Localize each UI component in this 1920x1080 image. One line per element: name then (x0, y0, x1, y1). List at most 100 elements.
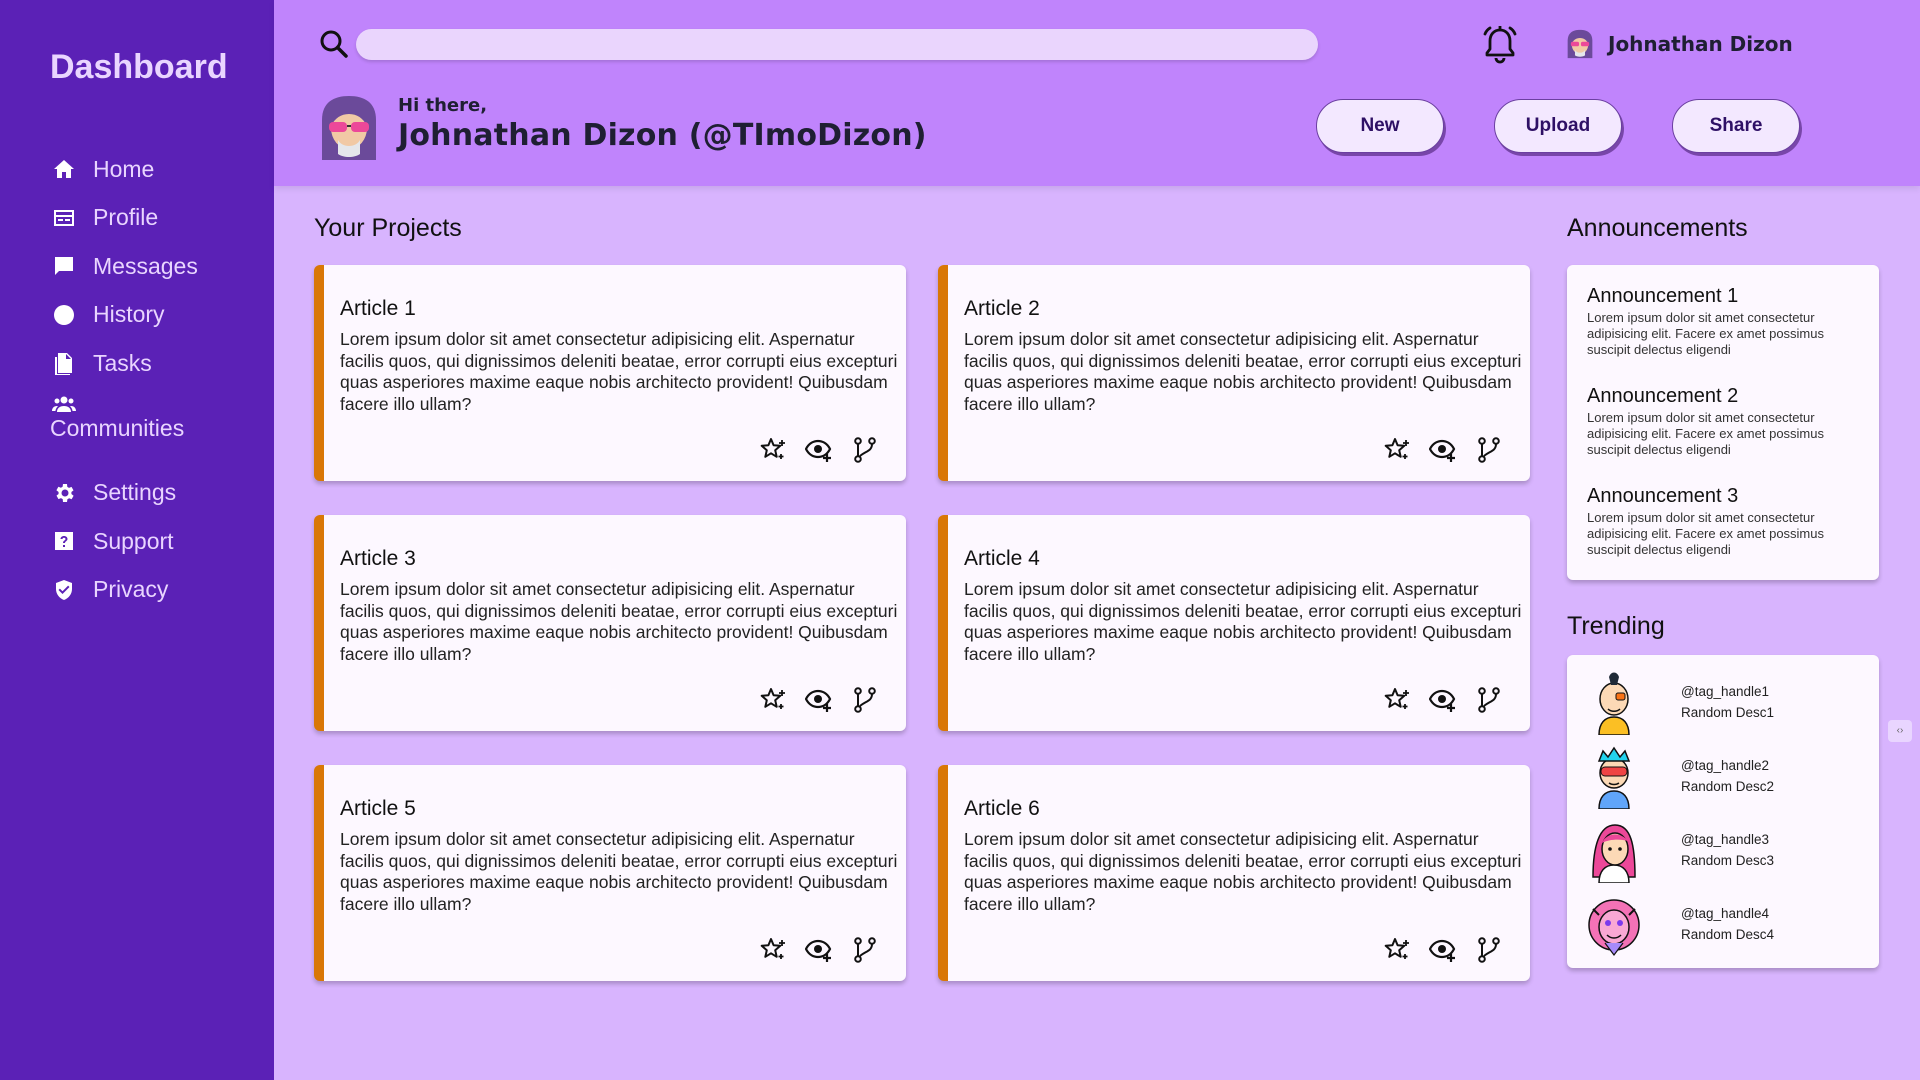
project-card[interactable]: Article 2 Lorem ipsum dolor sit amet cons… (938, 265, 1530, 481)
star-icon[interactable] (1382, 435, 1412, 465)
trending-item[interactable]: @tag_handle3 Random Desc3 (1585, 815, 1875, 885)
announcement-title: Announcement 1 (1587, 285, 1739, 307)
star-icon[interactable] (758, 435, 788, 465)
bell-icon[interactable] (1478, 24, 1522, 66)
sidebar-item-label: Home (93, 155, 155, 182)
watch-icon[interactable] (804, 935, 834, 965)
upload-button[interactable]: Upload (1494, 99, 1622, 153)
avatar (322, 96, 376, 160)
avatar (1597, 746, 1631, 809)
collapse-handle[interactable]: ‹› (1888, 720, 1912, 742)
announcement-body: Lorem ipsum dolor sit amet consectetur a… (1587, 310, 1824, 357)
project-card[interactable]: Article 5 Lorem ipsum dolor sit amet cons… (314, 765, 906, 981)
sidebar-item-messages[interactable]: Messages (50, 242, 260, 291)
watch-icon[interactable] (1428, 935, 1458, 965)
trending-info: @tag_handle4 Random Desc4 (1681, 903, 1774, 945)
help-icon (50, 527, 78, 555)
announcement-item[interactable]: Announcement 2 Lorem ipsum dolor sit ame… (1587, 385, 1857, 458)
trending-desc: Random Desc2 (1681, 779, 1775, 794)
star-icon[interactable] (758, 935, 788, 965)
sidebar-item-support[interactable]: Support (50, 517, 260, 566)
trending-desc: Random Desc3 (1681, 853, 1775, 868)
project-card[interactable]: Article 6 Lorem ipsum dolor sit amet cons… (938, 765, 1530, 981)
card-title: Article 1 (340, 297, 416, 320)
sidebar-item-history[interactable]: History (50, 291, 260, 340)
card-title: Article 6 (964, 797, 1040, 820)
fork-icon[interactable] (1474, 935, 1504, 965)
announcement-title: Announcement 3 (1587, 485, 1739, 507)
trending-handle: @tag_handle1 (1681, 684, 1770, 699)
sidebar-item-profile[interactable]: Profile (50, 194, 260, 243)
project-card[interactable]: Article 3 Lorem ipsum dolor sit amet cons… (314, 515, 906, 731)
fork-icon[interactable] (850, 685, 880, 715)
sidebar-item-privacy[interactable]: Privacy (50, 566, 260, 615)
fork-icon[interactable] (1474, 685, 1504, 715)
people-icon (50, 393, 78, 415)
announcement-body: Lorem ipsum dolor sit amet consectetur a… (1587, 510, 1824, 557)
sidebar-item-label: Communities (50, 414, 185, 441)
card-body: Lorem ipsum dolor sit amet consectetur a… (340, 329, 898, 414)
header-user-name: Johnathan Dizon (1608, 32, 1793, 56)
sidebar-item-settings[interactable]: Settings (50, 469, 260, 518)
card-actions (1382, 685, 1504, 715)
sidebar-item-tasks[interactable]: Tasks (50, 339, 260, 388)
avatar (1592, 824, 1636, 883)
project-card[interactable]: Article 1 Lorem ipsum dolor sit amet cons… (314, 265, 906, 481)
card-body: Lorem ipsum dolor sit amet consectetur a… (340, 829, 898, 914)
document-icon (50, 349, 78, 377)
trending-handle: @tag_handle3 (1681, 832, 1770, 847)
search-input[interactable] (356, 29, 1318, 60)
announcements-panel: Announcement 1 Lorem ipsum dolor sit ame… (1567, 265, 1879, 580)
project-card[interactable]: Article 4 Lorem ipsum dolor sit amet cons… (938, 515, 1530, 731)
trending-desc: Random Desc1 (1681, 705, 1775, 720)
chat-icon (50, 252, 78, 280)
sidebar-item-label: Profile (93, 204, 159, 231)
watch-icon[interactable] (804, 435, 834, 465)
sidebar-item-label: Privacy (93, 576, 169, 603)
star-icon[interactable] (1382, 685, 1412, 715)
announcement-item[interactable]: Announcement 1 Lorem ipsum dolor sit ame… (1587, 285, 1857, 358)
star-icon[interactable] (758, 685, 788, 715)
trending-info: @tag_handle2 Random Desc2 (1681, 755, 1774, 797)
fork-icon[interactable] (850, 435, 880, 465)
announcement-item[interactable]: Announcement 3 Lorem ipsum dolor sit ame… (1587, 485, 1857, 558)
sidebar-item-label: History (93, 301, 165, 328)
card-actions (758, 685, 880, 715)
brand-title: Dashboard (50, 48, 228, 86)
sidebar-nav: Home Profile Messages History Tasks Comm… (50, 145, 260, 614)
gear-icon (50, 479, 78, 507)
greeting-text: Hi there, (398, 95, 488, 116)
watch-icon[interactable] (1428, 685, 1458, 715)
card-body: Lorem ipsum dolor sit amet consectetur a… (964, 579, 1522, 664)
card-title: Article 2 (964, 297, 1040, 320)
card-title: Article 5 (340, 797, 416, 820)
sidebar-item-label: Settings (93, 479, 177, 506)
header-user-menu[interactable]: Johnathan Dizon (1564, 28, 1793, 60)
trending-item[interactable]: @tag_handle2 Random Desc2 (1585, 741, 1875, 811)
trending-desc: Random Desc4 (1681, 927, 1775, 942)
header: Johnathan Dizon Hi there, Johnathan Dizo… (274, 0, 1920, 186)
trending-item[interactable]: @tag_handle4 Random Desc4 (1585, 889, 1875, 959)
card-title: Article 4 (964, 547, 1040, 570)
card-actions (758, 935, 880, 965)
watch-icon[interactable] (804, 685, 834, 715)
projects-title: Your Projects (314, 214, 462, 242)
sidebar-item-communities[interactable]: Communities (50, 393, 260, 457)
star-icon[interactable] (1382, 935, 1412, 965)
trending-info: @tag_handle3 Random Desc3 (1681, 829, 1774, 871)
new-button[interactable]: New (1316, 99, 1444, 153)
search-icon[interactable] (318, 28, 350, 60)
trending-title: Trending (1567, 612, 1665, 640)
trending-handle: @tag_handle4 (1681, 906, 1770, 921)
watch-icon[interactable] (1428, 435, 1458, 465)
trending-item[interactable]: @tag_handle1 Random Desc1 (1585, 667, 1875, 737)
sidebar-item-home[interactable]: Home (50, 145, 260, 194)
fork-icon[interactable] (1474, 435, 1504, 465)
fork-icon[interactable] (850, 935, 880, 965)
card-body: Lorem ipsum dolor sit amet consectetur a… (964, 329, 1522, 414)
profile-card-icon (50, 204, 78, 232)
sidebar-item-label: Tasks (93, 349, 152, 376)
share-button[interactable]: Share (1672, 99, 1800, 153)
sidebar-item-label: Support (93, 527, 174, 554)
